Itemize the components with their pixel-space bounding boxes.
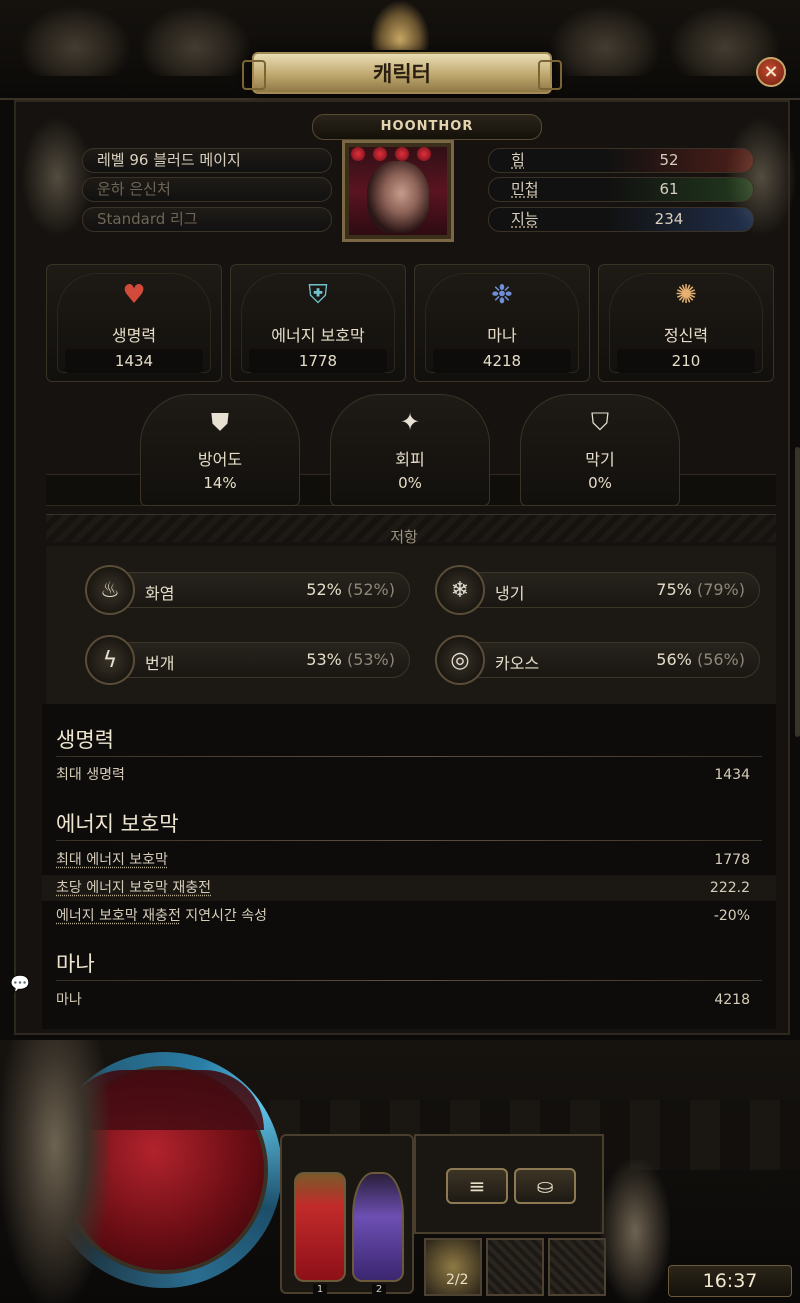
menu-icon: ≡ [468, 1174, 486, 1198]
fire-icon: ♨ [85, 565, 135, 615]
skill-charges: 2/2 [446, 1272, 469, 1288]
resistance-cold[interactable]: ❄ 냉기 75% (79%) [435, 565, 760, 615]
mana-flask[interactable] [352, 1172, 404, 1282]
detail-row[interactable]: 최대 생명력 1434 [42, 762, 776, 788]
cold-icon: ❄ [435, 565, 485, 615]
statue-decoration [20, 6, 130, 76]
empty-skill-slot[interactable] [486, 1238, 544, 1296]
vital-spirit[interactable]: ✺ 정신력 210 [598, 264, 774, 382]
menu-button[interactable]: ≡ [446, 1168, 508, 1204]
close-button[interactable]: × [756, 57, 786, 87]
close-icon: × [763, 61, 779, 82]
demon-statue [0, 1040, 110, 1303]
statue-decoration [140, 6, 250, 76]
statue-decoration [550, 6, 660, 76]
vital-life[interactable]: ♥ 생명력 1434 [46, 264, 222, 382]
mana-icon: ❉ [491, 280, 513, 310]
flask-hotkey: 2 [372, 1284, 386, 1296]
resistance-chaos[interactable]: ◎ 카오스 56% (56%) [435, 635, 760, 685]
lightning-icon: ϟ [85, 635, 135, 685]
defence-evasion[interactable]: ✦ 회피 0% [330, 394, 490, 506]
detail-row[interactable]: 에너지 보호막 재충전 지연시간 속성 -20% [42, 903, 776, 929]
character-panel: HOONTHOR 레벨 96 블러드 메이지 운하 은신처 Standard 리… [14, 100, 800, 1035]
detail-row[interactable]: 초당 에너지 보호막 재충전 222.2 [42, 875, 776, 901]
detail-row[interactable]: 마나 4218 [42, 987, 776, 1013]
block-icon: ⛉ [591, 408, 609, 436]
stat-details[interactable]: 생명력 최대 생명력 1434 에너지 보호막 최대 에너지 보호막 1778 … [42, 704, 776, 1029]
flask-hotkey: 1 [313, 1284, 327, 1296]
guild-name: 운하 은신처 [82, 177, 332, 202]
vital-energy-shield[interactable]: ⛨ 에너지 보호막 1778 [230, 264, 406, 382]
heart-icon: ♥ [122, 280, 146, 310]
section-mana-title: 마나 [56, 952, 95, 976]
empty-skill-slot[interactable] [548, 1238, 606, 1296]
window-title: 캐릭터 [242, 52, 562, 94]
attribute-dexterity[interactable]: 민첩 61 [488, 177, 754, 202]
spirit-icon: ✺ [675, 280, 697, 310]
chat-icon[interactable]: 💬 [10, 974, 32, 993]
section-energy-shield-title: 에너지 보호막 [56, 812, 179, 836]
resistance-lightning[interactable]: ϟ 번개 53% (53%) [85, 635, 410, 685]
resistance-area: ♨ 화염 52% (52%) ❄ 냉기 75% (79%) ϟ 번개 53% (… [46, 546, 776, 706]
defence-armour[interactable]: ⛊ 방어도 14% [140, 394, 300, 506]
resistance-title: 저항 [390, 528, 418, 546]
game-hud: 1 2 ≡ ⛀ [0, 1040, 800, 1303]
attribute-intelligence[interactable]: 지능 234 [488, 207, 754, 232]
clock: 16:37 [668, 1265, 792, 1297]
face-image [367, 161, 429, 233]
currency-button[interactable]: ⛀ [514, 1168, 576, 1204]
chaos-icon: ◎ [435, 635, 485, 685]
section-life-title: 생명력 [56, 728, 114, 752]
armour-icon: ⛊ [211, 408, 229, 436]
detail-row[interactable]: 최대 에너지 보호막 1778 [42, 847, 776, 873]
life-flask[interactable] [294, 1172, 346, 1282]
scrollbar[interactable] [795, 447, 800, 737]
defence-block[interactable]: ⛉ 막기 0% [520, 394, 680, 506]
vital-mana[interactable]: ❉ 마나 4218 [414, 264, 590, 382]
character-portrait[interactable] [342, 140, 454, 242]
warrior-statue [600, 1160, 670, 1303]
attribute-strength[interactable]: 힘 52 [488, 148, 754, 173]
level-class: 레벨 96 블러드 메이지 [82, 148, 332, 173]
energy-shield-icon: ⛨ [308, 279, 328, 310]
header-ornament: 캐릭터 × [0, 0, 800, 100]
evasion-icon: ✦ [399, 408, 421, 436]
flask-panel: 1 2 [280, 1134, 414, 1296]
character-name: HOONTHOR [312, 114, 542, 140]
coins-icon: ⛀ [536, 1174, 554, 1198]
crown-decoration [370, 0, 430, 50]
resistance-fire[interactable]: ♨ 화염 52% (52%) [85, 565, 410, 615]
menu-panel: ≡ ⛀ [414, 1134, 604, 1234]
league-name: Standard 리그 [82, 207, 332, 232]
